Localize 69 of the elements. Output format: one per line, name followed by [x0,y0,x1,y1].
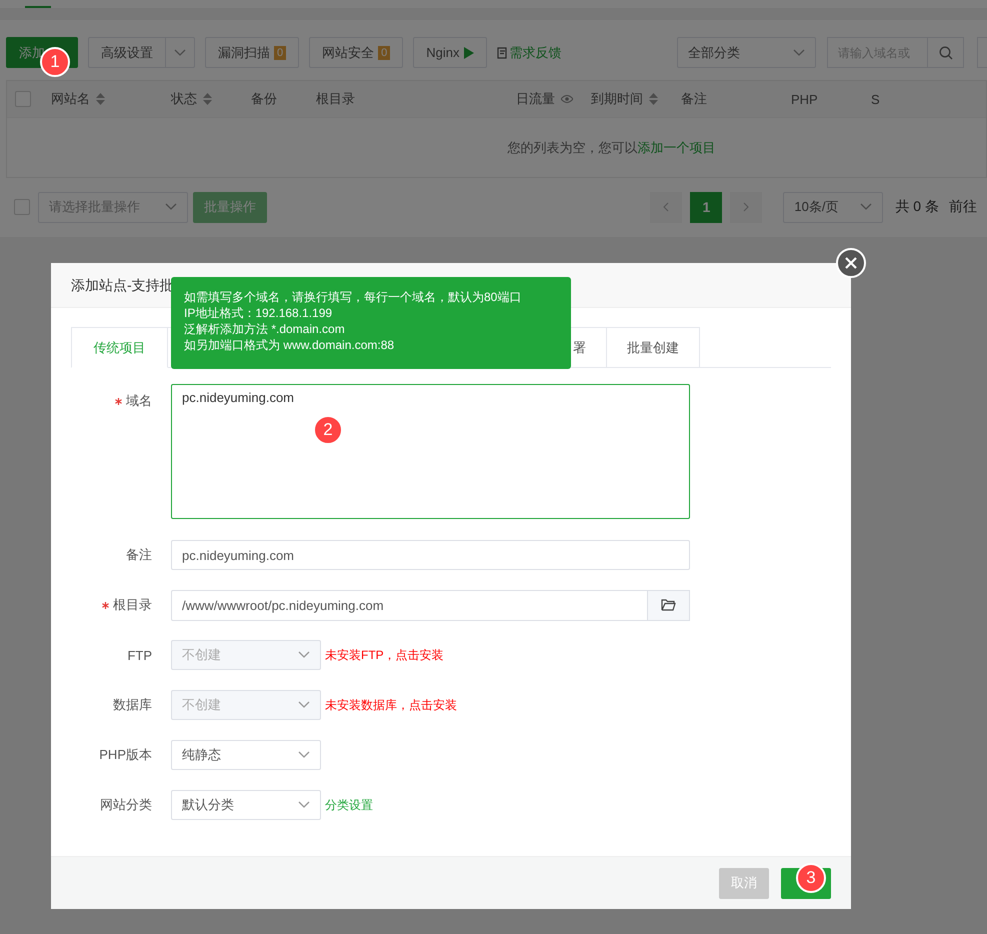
search-button[interactable] [927,37,964,68]
input-field[interactable]: pc.nideyuming.com [171,540,690,570]
tab[interactable]: 批量创建 [607,327,700,368]
field-label: FTP [127,648,152,662]
column-header: 备注 [681,90,708,108]
select-field[interactable]: 默认分类 [171,790,321,820]
caret-icon [298,751,310,759]
batch-action-button[interactable]: 批量操作 [193,192,267,222]
caret-icon [860,203,872,211]
column-header: 根目录 [316,90,356,108]
vulnerability-scan-button[interactable]: 漏洞扫描 0 [205,37,300,68]
feedback-link[interactable]: 需求反馈 [510,44,562,62]
advanced-settings-button[interactable]: 高级设置 [88,37,195,68]
count-badge: 0 [378,46,390,60]
sort-icon [203,93,212,105]
caret-icon [298,801,310,809]
column-header: S [871,92,881,106]
tooltip-text: 泛解析添加方法 *.domain.com [184,321,346,337]
column-header[interactable]: 到期时间 [591,90,681,108]
column-header: 备份 [251,90,278,108]
path-field[interactable]: /www/wwwroot/pc.nideyuming.com [171,590,648,620]
note-icon [496,46,508,58]
tooltip-text: 如另加端口格式为 www.domain.com:88 [184,337,396,353]
column-header[interactable]: 日流量 [516,90,591,108]
previous-page-button[interactable] [650,192,682,222]
caret-icon [298,651,310,659]
empty-list-message: 您的列表为空，您可以添加一个项目 [508,138,716,156]
count-badge: 0 [274,46,286,60]
caret-icon [793,48,805,56]
caret-icon [165,203,177,211]
search-icon [938,46,952,60]
checkbox[interactable] [14,199,30,215]
field-label: PHP版本 [99,746,152,764]
folder-icon [661,599,676,611]
play-icon [464,46,474,58]
sort-icon [96,93,105,105]
checkbox[interactable] [15,91,31,107]
sort-icon [649,93,658,105]
field-label: 备注 [126,546,152,564]
note-link[interactable]: 分类设置 [325,796,373,814]
column-header[interactable]: 状态 [171,90,251,108]
caret-icon [298,701,310,709]
total-count: 共 0 条 [895,198,939,216]
close-button[interactable] [836,248,866,278]
field-label: 根目录 [113,596,152,614]
tab[interactable]: 传统项目 [71,327,168,368]
site-security-button[interactable]: 网站安全 0 [309,37,404,68]
page-size-select[interactable]: 10条/页 [783,192,884,222]
column-header: PHP [791,92,819,106]
eye-icon [561,95,573,103]
chevron-left-icon [663,202,670,212]
field-label: 网站分类 [100,796,152,814]
column-header[interactable]: 网站名 [51,90,171,108]
select-field[interactable]: 纯静态 [171,740,321,770]
folder-button[interactable] [648,590,690,620]
page-button[interactable]: 1 [690,192,722,222]
tooltip-text: 如需填写多个域名，请换行填写，每行一个域名，默认为80端口 [184,289,522,305]
chevron-right-icon [743,202,750,212]
field-label: 数据库 [113,696,152,714]
next-page-button[interactable] [730,192,762,222]
goto-label: 前往 [949,198,977,216]
category-select[interactable]: 全部分类 [677,37,816,68]
nginx-button[interactable]: Nginx [413,37,486,68]
active-tab-underline [25,6,51,8]
tooltip-text: IP地址格式：192.168.1.199 [184,305,334,321]
add-project-link[interactable]: 添加一个项目 [638,140,716,154]
close-icon [844,256,858,270]
field-label: 域名 [126,392,152,410]
button-label: 高级设置 [100,44,154,62]
